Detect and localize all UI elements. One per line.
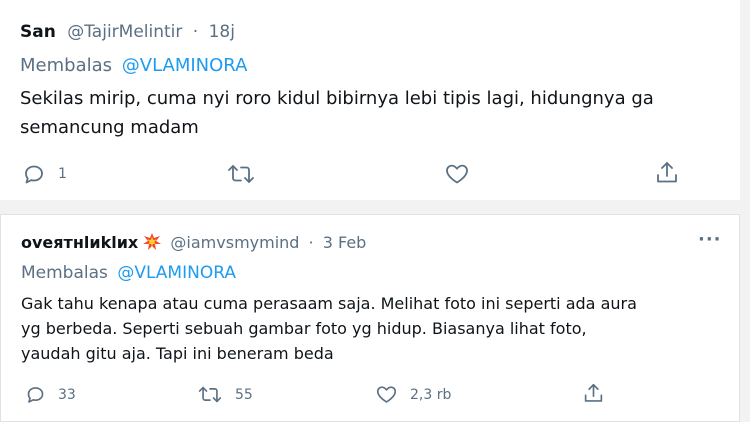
reply-button[interactable]: 1 <box>22 162 67 186</box>
heart-icon <box>375 384 398 405</box>
reply-to-mention[interactable]: @VLAMINORA <box>122 55 248 76</box>
tweet-text-line-1: Gak tahu kenapa atau cuma perasaam saja.… <box>21 294 637 313</box>
author-name[interactable]: oveятнlиklих <box>21 233 138 252</box>
timestamp[interactable]: 18j <box>209 22 235 42</box>
reply-icon <box>25 384 46 405</box>
retweet-button[interactable] <box>226 162 268 186</box>
reply-prefix: Membalas <box>21 263 108 283</box>
reply-count: 1 <box>58 166 67 182</box>
author-handle[interactable]: @iamvsmymind <box>170 233 299 252</box>
reply-count: 33 <box>58 386 76 403</box>
author-handle[interactable]: @TajirMelintir <box>67 22 182 42</box>
retweet-button[interactable]: 55 <box>197 384 253 405</box>
reply-context: Membalas @VLAMINORA <box>21 263 236 283</box>
tweet-text-line-2: yg berbeda. Seperti sebuah gambar foto y… <box>21 319 587 338</box>
tweet-text-line-2: semancung madam <box>20 117 199 138</box>
retweet-icon <box>197 384 223 405</box>
share-button[interactable] <box>655 160 679 186</box>
retweet-icon <box>226 162 256 186</box>
like-button[interactable] <box>444 162 482 186</box>
more-options-button[interactable]: ··· <box>698 229 722 250</box>
like-button[interactable]: 2,3 rb <box>375 384 451 405</box>
reply-context: Membalas @VLAMINORA <box>20 55 247 76</box>
reply-tweet-1[interactable]: San @TajirMelintir · 18j Membalas @VLAMI… <box>0 0 740 200</box>
timestamp[interactable]: 3 Feb <box>323 233 367 252</box>
reply-icon <box>22 162 46 186</box>
tweet-text-line-3: yaudah gitu aja. Tapi ini beneram beda <box>21 344 334 363</box>
tweet-header: San @TajirMelintir · 18j <box>20 22 235 42</box>
share-icon <box>655 160 679 186</box>
reply-button[interactable]: 33 <box>25 384 76 405</box>
tweet-header: oveятнlиklих @iamvsmymind · 3 Feb <box>21 233 366 255</box>
tweet-text-line-1: Sekilas mirip, cuma nyi roro kidul bibir… <box>20 88 654 109</box>
explosion-emoji-icon <box>143 233 162 255</box>
reply-to-mention[interactable]: @VLAMINORA <box>117 263 236 283</box>
share-button[interactable] <box>583 382 604 405</box>
heart-icon <box>444 162 470 186</box>
share-icon <box>583 382 604 405</box>
separator: · <box>308 233 314 252</box>
author-name[interactable]: San <box>20 22 56 42</box>
retweet-count: 55 <box>235 386 253 403</box>
like-count: 2,3 rb <box>410 386 452 403</box>
reply-tweet-2[interactable]: oveятнlиklих @iamvsmymind · 3 Feb ··· Me… <box>0 214 740 422</box>
separator: · <box>192 22 199 42</box>
reply-prefix: Membalas <box>20 55 113 76</box>
